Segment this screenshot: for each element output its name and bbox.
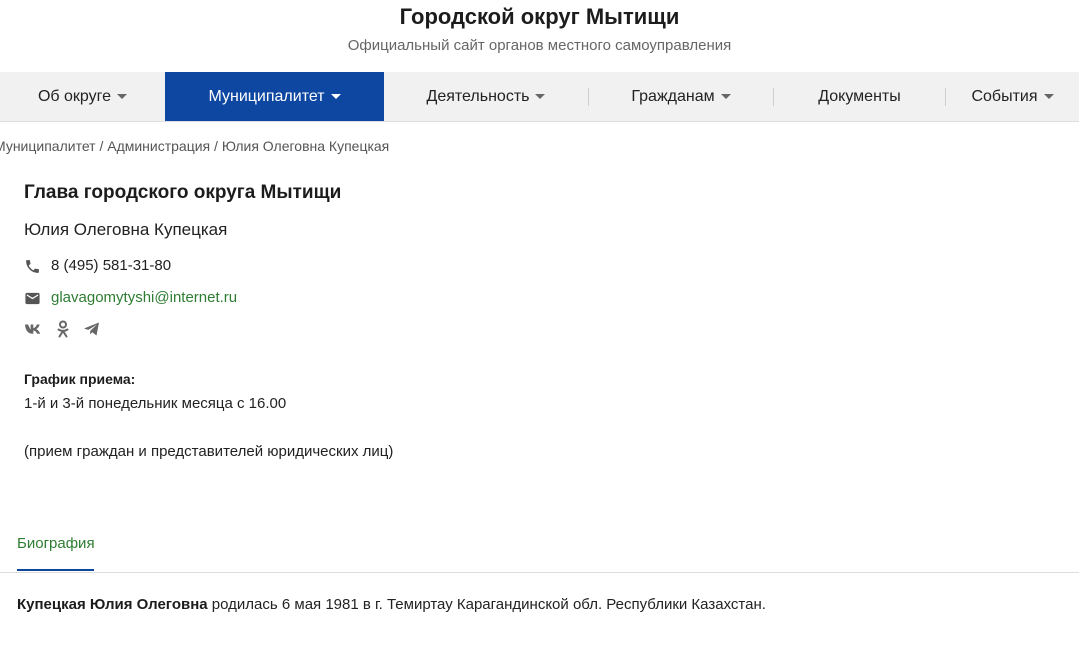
schedule-time: 1-й и 3-й понедельник месяца с 16.00 [24, 395, 287, 412]
tab-divider [0, 572, 1079, 573]
odnoklassniki-icon[interactable] [53, 319, 73, 339]
schedule-label: График приема: [24, 371, 136, 387]
nav-item-label: События [971, 88, 1038, 105]
telegram-glyph [84, 322, 99, 336]
caret-down-icon [330, 94, 341, 100]
site-header: Городской округ Мытищи Официальный сайт … [0, 0, 1079, 72]
nav-item-about[interactable]: Об округе [0, 72, 165, 121]
telegram-icon[interactable] [82, 319, 102, 339]
tab-biography[interactable]: Биография [17, 535, 95, 552]
ok-glyph [57, 320, 69, 338]
biography-sentence: родилась 6 мая 1981 в г. Темиртау Карага… [207, 596, 766, 613]
nav-item-label: Об округе [37, 88, 112, 105]
breadcrumb-item[interactable]: Администрация [107, 138, 210, 154]
schedule-note: (прием граждан и представителей юридичес… [24, 443, 394, 460]
biography-text: Купецкая Юлия Олеговна родилась 6 мая 19… [17, 596, 766, 613]
site-subtitle: Официальный сайт органов местного самоуп… [347, 37, 732, 54]
caret-down-icon [1043, 94, 1054, 100]
nav-item-events[interactable]: События [946, 72, 1079, 121]
active-tab-indicator [17, 569, 94, 571]
breadcrumb: Муниципалитет / Администрация / Юлия Оле… [0, 138, 389, 154]
breadcrumb-item[interactable]: Муниципалитет [0, 138, 96, 154]
nav-item-label: Деятельность [426, 88, 530, 105]
nav-item-citizens[interactable]: Гражданам [589, 72, 773, 121]
breadcrumb-separator: / [95, 138, 108, 154]
breadcrumb-separator: / [210, 138, 222, 154]
nav-item-label: Гражданам [631, 88, 715, 105]
caret-down-icon [720, 94, 731, 100]
email-link[interactable]: glavagomytyshi@internet.ru [51, 288, 237, 308]
breadcrumb-current: Юлия Олеговна Купецкая [221, 138, 390, 154]
caret-down-icon [117, 94, 128, 100]
nav-item-municipality[interactable]: Муниципалитет [165, 72, 384, 121]
vk-icon[interactable] [24, 319, 44, 339]
person-role: Глава городского округа Мытищи [24, 182, 342, 203]
biography-name: Купецкая Юлия Олеговна [17, 596, 208, 613]
vk-glyph [25, 324, 41, 334]
nav-item-label: Документы [818, 88, 901, 105]
caret-down-icon [535, 94, 546, 100]
person-name: Юлия Олеговна Купецкая [24, 220, 228, 239]
phone-number[interactable]: 8 (495) 581-31-80 [51, 256, 171, 276]
nav-item-documents[interactable]: Документы [774, 72, 945, 121]
nav-item-label: Муниципалитет [208, 88, 325, 105]
nav-item-activity[interactable]: Деятельность [384, 72, 588, 121]
main-nav: Об округе Муниципалитет Деятельность Гра… [0, 72, 1079, 122]
site-title: Городской округ Мытищи [399, 4, 680, 29]
email-icon [25, 292, 40, 305]
phone-icon [26, 260, 39, 273]
